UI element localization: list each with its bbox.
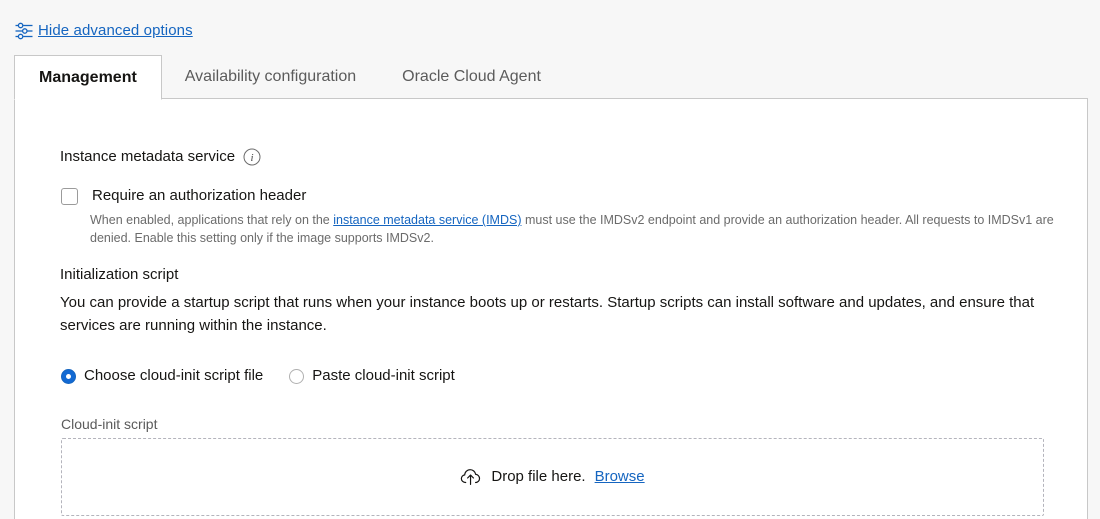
browse-link[interactable]: Browse xyxy=(595,467,645,487)
initialization-script-heading: Initialization script xyxy=(60,265,178,285)
radio-paste-cloud-init-script[interactable]: Paste cloud-init script xyxy=(289,366,455,386)
require-authorization-header-checkbox[interactable] xyxy=(61,187,78,205)
init-script-source-radio-group: Choose cloud-init script file Paste clou… xyxy=(61,366,455,386)
management-panel: Instance metadata service i Require an a… xyxy=(14,98,1088,519)
radio-paste-script-label[interactable]: Paste cloud-init script xyxy=(312,366,455,386)
imds-helper-text: When enabled, applications that rely on … xyxy=(90,211,1065,247)
radio-paste-script-indicator[interactable] xyxy=(289,368,305,384)
instance-metadata-service-label: Instance metadata service xyxy=(60,148,236,165)
instance-metadata-service-heading: Instance metadata service i xyxy=(60,147,261,167)
require-authorization-header-label[interactable]: Require an authorization header xyxy=(92,186,306,206)
tab-management[interactable]: Management xyxy=(14,55,162,100)
imds-link[interactable]: instance metadata service (IMDS) xyxy=(333,213,521,227)
advanced-options-label[interactable]: Hide advanced options xyxy=(38,21,193,41)
tab-bar: Management Availability configuration Or… xyxy=(14,54,564,100)
initialization-script-label: Initialization script xyxy=(60,266,179,283)
radio-choose-file-label[interactable]: Choose cloud-init script file xyxy=(84,366,263,386)
svg-text:i: i xyxy=(251,152,254,164)
dropzone-text: Drop file here. xyxy=(491,468,586,485)
info-icon[interactable]: i xyxy=(243,148,261,166)
radio-choose-file-indicator[interactable] xyxy=(61,368,76,384)
tab-availability-configuration[interactable]: Availability configuration xyxy=(162,54,379,99)
sliders-icon xyxy=(14,21,34,41)
cloud-init-script-dropzone[interactable]: Drop file here. Browse xyxy=(61,438,1044,516)
cloud-upload-icon xyxy=(460,467,482,487)
dropzone-content: Drop file here. Browse xyxy=(460,467,645,487)
initialization-script-description: You can provide a startup script that ru… xyxy=(60,294,1035,334)
imds-helper-before: When enabled, applications that rely on … xyxy=(90,213,334,227)
tab-oracle-cloud-agent[interactable]: Oracle Cloud Agent xyxy=(379,54,564,99)
require-authorization-header-row[interactable]: Require an authorization header xyxy=(61,186,306,206)
advanced-options-toggle[interactable]: Hide advanced options xyxy=(14,20,193,42)
cloud-init-script-label: Cloud-init script xyxy=(61,416,158,432)
radio-choose-cloud-init-script-file[interactable]: Choose cloud-init script file xyxy=(61,366,263,386)
